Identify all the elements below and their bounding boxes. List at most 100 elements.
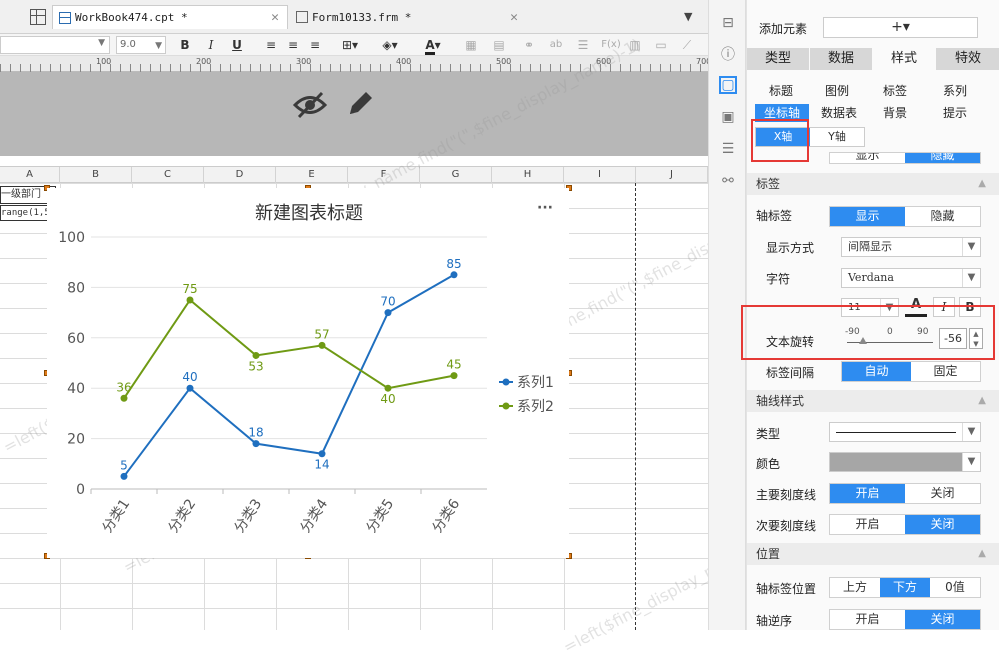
bold-button[interactable]: B bbox=[176, 36, 194, 54]
section-axis-style[interactable]: 轴线样式 ▲ bbox=[747, 390, 999, 412]
column-header-row: A B C D E F G H I J bbox=[0, 166, 708, 183]
chart-attr-icon[interactable]: ▢ bbox=[719, 76, 737, 94]
more-options-icon[interactable]: ··· bbox=[537, 200, 553, 216]
rotation-spinner[interactable]: ▲ ▼ bbox=[969, 328, 983, 349]
off-option[interactable]: 关闭 bbox=[905, 484, 980, 503]
column-header[interactable]: H bbox=[492, 167, 564, 183]
subtab-series[interactable]: 系列 bbox=[927, 82, 983, 100]
tab-form[interactable]: Form10133.frm * ✕ bbox=[290, 5, 526, 29]
show-toggle-partial[interactable]: 显示 隐藏 bbox=[829, 152, 981, 164]
tab-effect[interactable]: 特效 bbox=[936, 48, 999, 70]
close-icon[interactable]: ✕ bbox=[271, 10, 279, 25]
x-tick-label: 分类4 bbox=[297, 496, 331, 536]
tab-y-axis[interactable]: Y轴 bbox=[810, 128, 864, 146]
grid-view-icon[interactable] bbox=[30, 9, 46, 25]
rotation-slider-thumb[interactable] bbox=[859, 337, 868, 344]
data-point bbox=[384, 309, 392, 317]
collapse-icon[interactable]: ▲ bbox=[978, 390, 986, 412]
on-option[interactable]: 开启 bbox=[830, 515, 905, 534]
table-icon[interactable]: ▤ bbox=[490, 36, 508, 54]
x-tick-label: 分类5 bbox=[363, 496, 397, 536]
cell-element-icon[interactable]: ▣ bbox=[719, 108, 737, 126]
label-interval-label: 标签间隔 bbox=[766, 366, 815, 380]
data-point bbox=[450, 271, 458, 279]
collapse-icon[interactable]: ▲ bbox=[978, 173, 986, 195]
font-size-value: 9.0 bbox=[120, 39, 136, 50]
align-left-icon[interactable]: ≡ bbox=[262, 36, 280, 54]
merge-icon[interactable]: ▦ bbox=[462, 36, 480, 54]
pen-icon[interactable]: ⟋ bbox=[678, 36, 696, 54]
widget-icon[interactable]: ⊟ bbox=[719, 14, 737, 32]
column-header[interactable]: G bbox=[420, 167, 492, 183]
tab-workbook[interactable]: WorkBook474.cpt * ✕ bbox=[52, 5, 288, 29]
y-tick-label: 80 bbox=[67, 280, 85, 296]
hide-option[interactable]: 隐藏 bbox=[905, 153, 980, 163]
condition-icon[interactable]: ☰ bbox=[719, 140, 737, 158]
align-center-icon[interactable]: ≡ bbox=[284, 36, 302, 54]
align-right-icon[interactable]: ≡ bbox=[306, 36, 324, 54]
hyperlink-icon[interactable]: ⚯ bbox=[719, 172, 737, 190]
chart-title: 新建图表标题 bbox=[255, 203, 363, 224]
subtab-datasheet[interactable]: 数据表 bbox=[811, 104, 867, 122]
subtab-tooltip[interactable]: 提示 bbox=[927, 104, 983, 122]
line-type-select[interactable]: ▼ bbox=[829, 422, 981, 442]
link-icon[interactable]: ⚭ bbox=[520, 36, 538, 54]
italic-button[interactable]: I bbox=[202, 36, 220, 54]
font-color-button[interactable]: A▾ bbox=[416, 36, 450, 55]
column-header[interactable]: J bbox=[636, 167, 708, 183]
font-select[interactable]: Verdana ▼ bbox=[841, 268, 981, 288]
column-header[interactable]: C bbox=[132, 167, 204, 183]
tab-menu-icon[interactable]: ▼ bbox=[684, 10, 692, 23]
text-icon[interactable]: ab bbox=[546, 36, 566, 54]
display-mode-label: 显示方式 bbox=[766, 241, 815, 255]
info-icon[interactable]: ⓘ bbox=[719, 46, 737, 64]
column-header[interactable]: I bbox=[564, 167, 636, 183]
column-header[interactable]: B bbox=[60, 167, 132, 183]
bottom-option[interactable]: 下方 bbox=[880, 578, 930, 597]
tab-style[interactable]: 样式 bbox=[873, 48, 935, 70]
off-option[interactable]: 关闭 bbox=[905, 515, 980, 534]
top-option[interactable]: 上方 bbox=[830, 578, 880, 597]
on-option[interactable]: 开启 bbox=[830, 484, 905, 503]
tab-type[interactable]: 类型 bbox=[747, 48, 809, 70]
subtab-title[interactable]: 标题 bbox=[755, 82, 807, 100]
minor-tick-toggle: 开启 关闭 bbox=[829, 514, 981, 535]
font-size-select[interactable]: 9.0 ▼ bbox=[116, 36, 166, 54]
section-position[interactable]: 位置 ▲ bbox=[747, 543, 999, 565]
data-label: 14 bbox=[314, 458, 329, 472]
hide-option[interactable]: 隐藏 bbox=[905, 207, 980, 226]
font-family-select[interactable]: ▼ bbox=[0, 36, 110, 54]
on-option[interactable]: 开启 bbox=[830, 610, 905, 629]
close-icon[interactable]: ✕ bbox=[510, 10, 518, 25]
collapse-icon[interactable]: ▲ bbox=[978, 543, 986, 565]
off-option[interactable]: 关闭 bbox=[905, 610, 980, 629]
section-label[interactable]: 标签 ▲ bbox=[747, 173, 999, 195]
fixed-option[interactable]: 固定 bbox=[911, 362, 980, 381]
show-option[interactable]: 显示 bbox=[830, 153, 905, 163]
underline-button[interactable]: U bbox=[228, 36, 246, 54]
rotation-input[interactable]: -56 bbox=[939, 328, 967, 349]
image-icon[interactable]: ▭ bbox=[652, 36, 670, 54]
fill-color-icon[interactable]: ◈▾ bbox=[370, 36, 410, 54]
add-element-button[interactable]: +▾ bbox=[823, 17, 978, 38]
edit-pencil-icon[interactable] bbox=[344, 88, 376, 120]
series-line bbox=[123, 298, 455, 399]
column-header[interactable]: A bbox=[0, 167, 60, 183]
show-option[interactable]: 显示 bbox=[830, 207, 905, 226]
line-color-select[interactable]: ▼ bbox=[829, 452, 981, 472]
subtab-legend[interactable]: 图例 bbox=[811, 82, 863, 100]
subtab-background[interactable]: 背景 bbox=[869, 104, 921, 122]
zero-option[interactable]: 0值 bbox=[930, 578, 980, 597]
tab-data[interactable]: 数据 bbox=[810, 48, 872, 70]
column-header[interactable]: D bbox=[204, 167, 276, 183]
display-mode-select[interactable]: 间隔显示 ▼ bbox=[841, 237, 981, 257]
list-icon[interactable]: ☰ bbox=[574, 36, 592, 54]
data-label: 40 bbox=[182, 370, 197, 384]
auto-option[interactable]: 自动 bbox=[842, 362, 911, 381]
cell-text: range(1,5 bbox=[1, 208, 50, 218]
hide-eye-icon[interactable] bbox=[292, 90, 328, 120]
subtab-label[interactable]: 标签 bbox=[869, 82, 921, 100]
column-header[interactable]: E bbox=[276, 167, 348, 183]
line-chart[interactable]: 新建图表标题 ··· 0 20 40 60 80 100 分类1 分类2 分类3 分类4 分类5 分类… bbox=[47, 188, 569, 558]
border-icon[interactable]: ⊞▾ bbox=[338, 36, 362, 54]
